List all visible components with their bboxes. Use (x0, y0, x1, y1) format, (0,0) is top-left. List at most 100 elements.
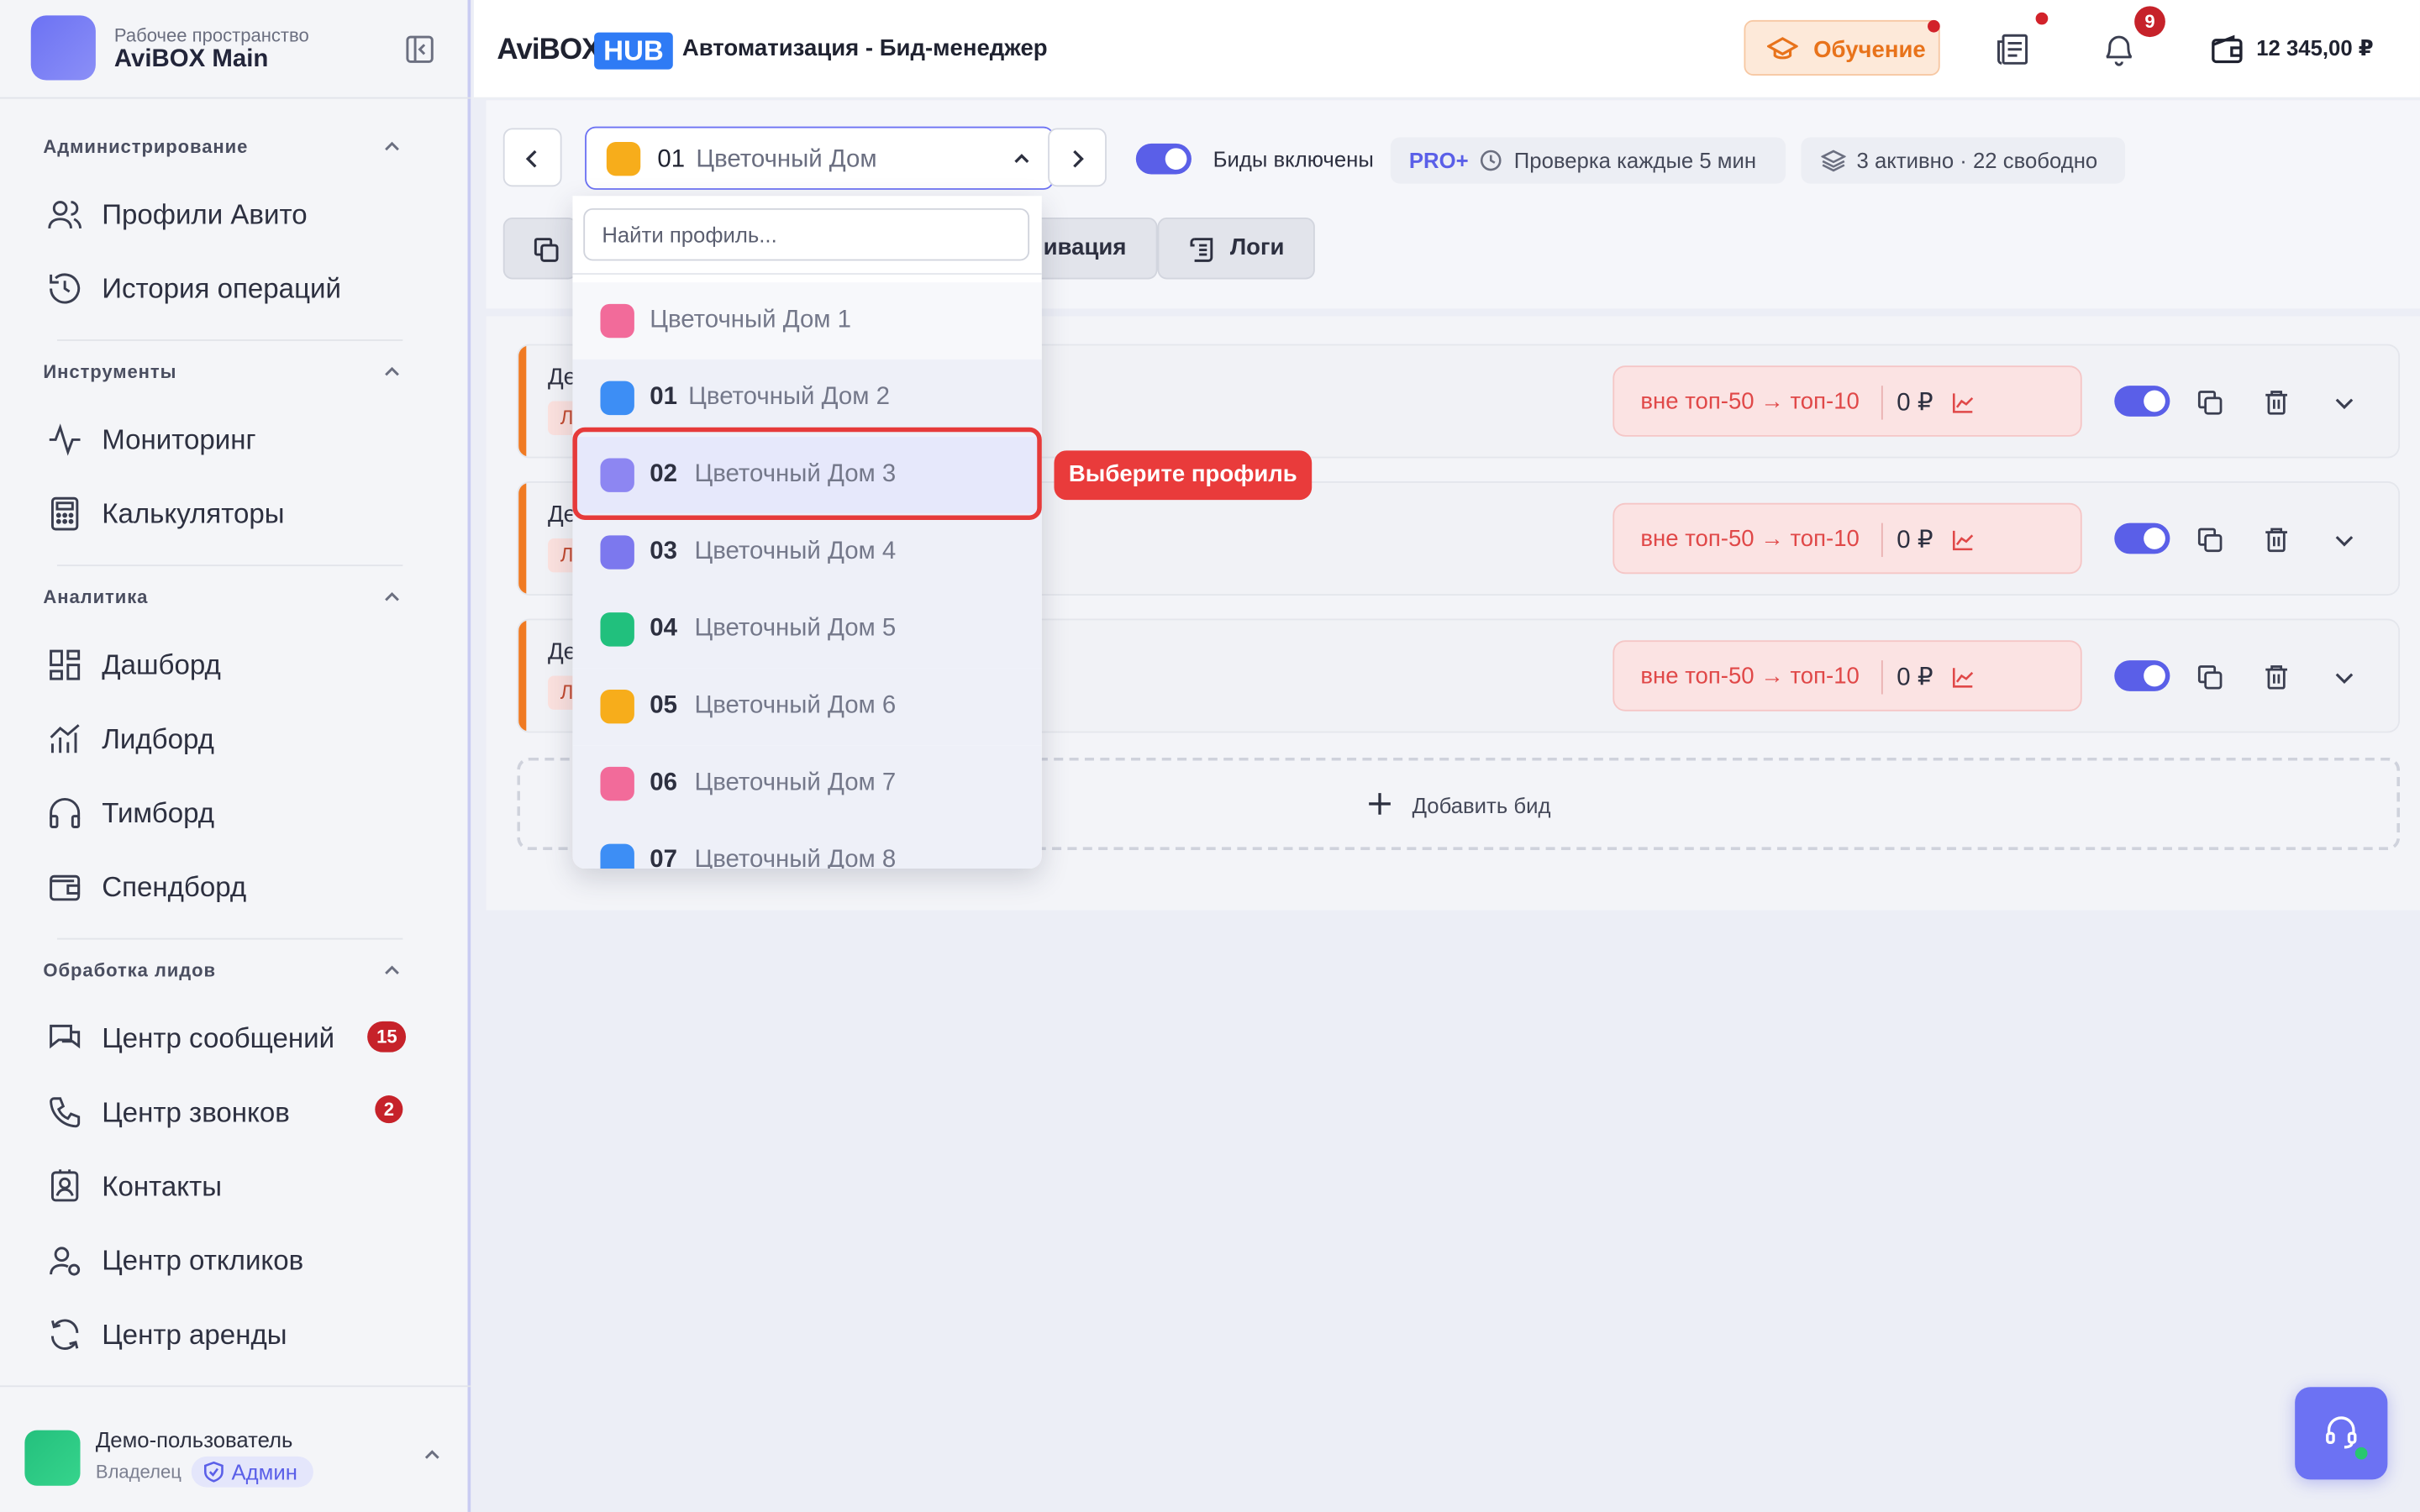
sidebar-item-responses[interactable]: Центр откликов (46, 1231, 424, 1287)
calls-badge: 2 (375, 1095, 403, 1124)
sidebar-collapse-icon[interactable] (404, 34, 435, 65)
profile-option[interactable]: 03 Цветочный Дом 4 (572, 513, 1042, 591)
section-tools: Инструменты (43, 360, 177, 383)
online-indicator (2352, 1444, 2371, 1463)
headphones-icon (50, 797, 81, 828)
wallet-icon[interactable] (2208, 31, 2245, 68)
profile-color (606, 141, 641, 176)
profile-option-number: 04 (650, 615, 677, 643)
profile-select[interactable]: 01 Цветочный Дом (585, 126, 1055, 190)
sidebar-item-teamboard[interactable]: Тимборд (46, 784, 424, 839)
sidebar-item-messages[interactable]: Центр сообщений 15 (46, 1009, 424, 1064)
chart-line-icon[interactable] (1951, 665, 1975, 690)
section-analytics: Аналитика (43, 585, 149, 608)
profile-color (600, 303, 634, 339)
wallet-icon (50, 874, 81, 901)
chevron-up-icon[interactable] (381, 959, 403, 981)
chart-line-icon[interactable] (1951, 528, 1975, 552)
profile-option[interactable]: 01 Цветочный Дом 2 (572, 359, 1042, 437)
chevron-down-icon[interactable] (2330, 526, 2358, 554)
bids-toggle[interactable] (1135, 143, 1192, 175)
bid-price: 0 ₽ (1897, 664, 1933, 691)
top-header: AviBOX HUB Автоматизация - Бид-менеджер … (473, 0, 2420, 99)
trash-icon[interactable] (2263, 389, 2291, 417)
sidebar-item-label: Мониторинг (102, 424, 256, 455)
learning-button[interactable]: Обучение (1744, 19, 1940, 76)
sidebar-item-contacts[interactable]: Контакты (46, 1158, 424, 1213)
bell-icon[interactable] (2101, 31, 2138, 68)
profile-option-number: 06 (650, 769, 677, 796)
trash-icon[interactable] (2263, 526, 2291, 554)
dashboard-icon (50, 649, 81, 680)
chevron-up-icon[interactable] (381, 136, 403, 158)
copy-icon[interactable] (2196, 526, 2224, 554)
sidebar-item-leadboard[interactable]: Лидборд (46, 710, 424, 765)
workspace-switcher[interactable]: Рабочее пространство AviBOX Main (30, 15, 463, 83)
bid-range: вне топ-50 → топ-10 (1640, 526, 1860, 553)
profile-option-name: Цветочный Дом 2 (688, 384, 890, 411)
chevron-up-icon[interactable] (381, 586, 403, 608)
chevron-up-icon[interactable] (381, 361, 403, 383)
sidebar-item-monitoring[interactable]: Мониторинг (46, 411, 424, 466)
hint-tooltip: Выберите профиль (1054, 450, 1313, 501)
chevron-up-icon (1014, 154, 1029, 164)
phone-icon (50, 1097, 81, 1128)
trash-icon[interactable] (2263, 664, 2291, 691)
divider (1881, 386, 1883, 420)
bid-accent (518, 345, 527, 457)
next-profile-button[interactable] (1048, 128, 1107, 187)
sidebar-item-rental[interactable]: Центр аренды (46, 1305, 424, 1361)
prev-profile-button[interactable] (502, 128, 562, 187)
balance[interactable]: 12 345,00 ₽ (2256, 35, 2373, 61)
profile-option[interactable]: 06 Цветочный Дом 7 (572, 745, 1042, 822)
brand-hub: HUB (594, 32, 673, 70)
profile-option[interactable]: 04 Цветочный Дом 5 (572, 591, 1042, 669)
profile-color (600, 766, 634, 801)
chevron-down-icon[interactable] (2330, 664, 2358, 691)
sidebar: Рабочее пространство AviBOX Main Админис… (0, 0, 471, 1512)
profile-search-input[interactable] (583, 207, 1030, 261)
sidebar-item-history[interactable]: История операций (46, 260, 424, 315)
chevron-down-icon[interactable] (2330, 389, 2358, 417)
divider (0, 97, 471, 99)
copy-icon (534, 238, 559, 262)
sidebar-item-label: Центр откликов (102, 1245, 304, 1276)
news-dot (2035, 12, 2049, 25)
sidebar-item-label: Тимборд (102, 797, 215, 829)
copy-icon[interactable] (2196, 664, 2224, 691)
profile-option[interactable]: 07 Цветочный Дом 8 (572, 822, 1042, 869)
copy-icon[interactable] (2196, 389, 2224, 417)
bid-toggle[interactable] (2114, 660, 2170, 691)
profile-option[interactable]: 05 Цветочный Дом 6 (572, 668, 1042, 746)
sidebar-item-label: Спендборд (102, 871, 247, 903)
tab-logs[interactable]: Логи (1157, 217, 1315, 280)
sidebar-item-calls[interactable]: Центр звонков 2 (46, 1083, 424, 1138)
user-card[interactable]: Демо-пользователь Владелец Админ (0, 1385, 471, 1512)
bid-toggle[interactable] (2114, 522, 2170, 554)
clock-icon (1480, 150, 1502, 171)
profile-option[interactable]: Цветочный Дом 1 (572, 282, 1042, 360)
avatar (24, 1430, 81, 1486)
headset-icon (2326, 1416, 2357, 1449)
chart-line-icon[interactable] (1951, 391, 1975, 415)
sidebar-item-dashboard[interactable]: Дашборд (46, 636, 424, 691)
scroll-icon (1190, 238, 1213, 262)
chevron-up-icon[interactable] (421, 1444, 443, 1466)
support-button[interactable] (2295, 1387, 2388, 1480)
divider (56, 937, 403, 940)
tab-activation-label: ивация (1043, 234, 1127, 261)
sidebar-item-avito-profiles[interactable]: Профили Авито (46, 185, 424, 240)
bid-accent (518, 482, 527, 595)
copy-tab-button[interactable] (502, 217, 577, 280)
bid-toggle[interactable] (2114, 386, 2170, 417)
section-admin: Администрирование (43, 135, 249, 158)
profile-dropdown: Цветочный Дом 1 01 Цветочный Дом 2 02 Цв… (572, 196, 1042, 869)
sidebar-item-label: Профили Авито (102, 198, 308, 230)
sidebar-item-spendboard[interactable]: Спендборд (46, 858, 424, 913)
sidebar-item-calculators[interactable]: Калькуляторы (46, 485, 424, 540)
news-icon[interactable] (1994, 31, 2031, 68)
shield-icon (203, 1461, 224, 1483)
profile-option-name: Цветочный Дом 5 (694, 615, 897, 643)
user-name: Демо-пользователь (95, 1426, 293, 1452)
layers-icon (1821, 150, 1846, 172)
